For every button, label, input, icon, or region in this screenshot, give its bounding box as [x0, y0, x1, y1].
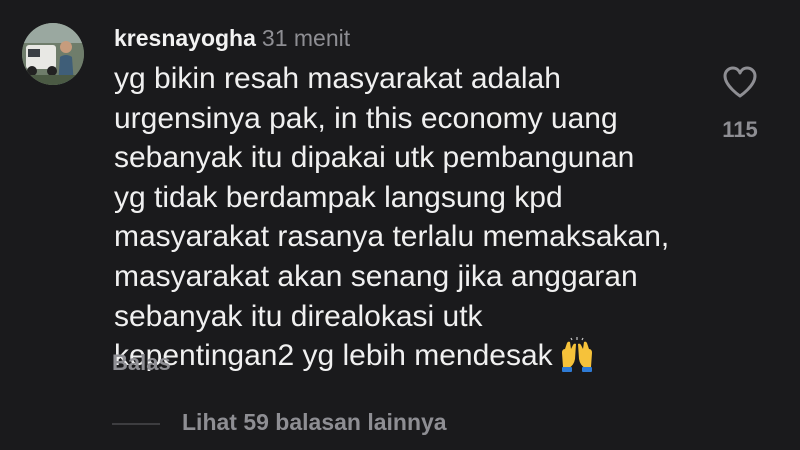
raising-hands-icon: [559, 337, 595, 384]
username[interactable]: kresnayogha: [114, 25, 256, 51]
view-replies-button[interactable]: Lihat 59 balasan lainnya: [182, 409, 447, 436]
comment-header: kresnayogha 31 menit: [114, 24, 350, 52]
comment-item: kresnayogha 31 menit yg bikin resah masya…: [0, 0, 800, 450]
comment-line: sebanyak itu dipakai utk pembangunan: [114, 141, 635, 175]
comment-line: yg tidak berdampak langsung kpd: [114, 180, 563, 214]
replies-divider: [112, 423, 160, 425]
comment-text: yg bikin resah masyarakat adalah urgensi…: [114, 59, 674, 384]
comment-line-last: kepentingan2 yg lebih mendesak: [114, 336, 674, 384]
like-button[interactable]: [720, 62, 760, 102]
comment-line: urgensinya pak, in this economy uang: [114, 101, 618, 135]
avatar-image: [22, 23, 84, 85]
avatar[interactable]: [22, 23, 84, 85]
reply-button[interactable]: Balas: [112, 350, 171, 376]
comment-line: masyarakat rasanya terlalu memaksakan,: [114, 220, 670, 254]
like-count: 115: [722, 117, 758, 142]
comment-line-text: kepentingan2 yg lebih mendesak: [114, 339, 553, 373]
comment-line: masyarakat akan senang jika anggaran: [114, 259, 638, 293]
comment-line: yg bikin resah masyarakat adalah: [114, 62, 561, 95]
heart-icon: [723, 66, 757, 98]
timestamp: 31 menit: [261, 25, 351, 51]
comment-line: sebanyak itu direalokasi utk: [114, 299, 483, 333]
